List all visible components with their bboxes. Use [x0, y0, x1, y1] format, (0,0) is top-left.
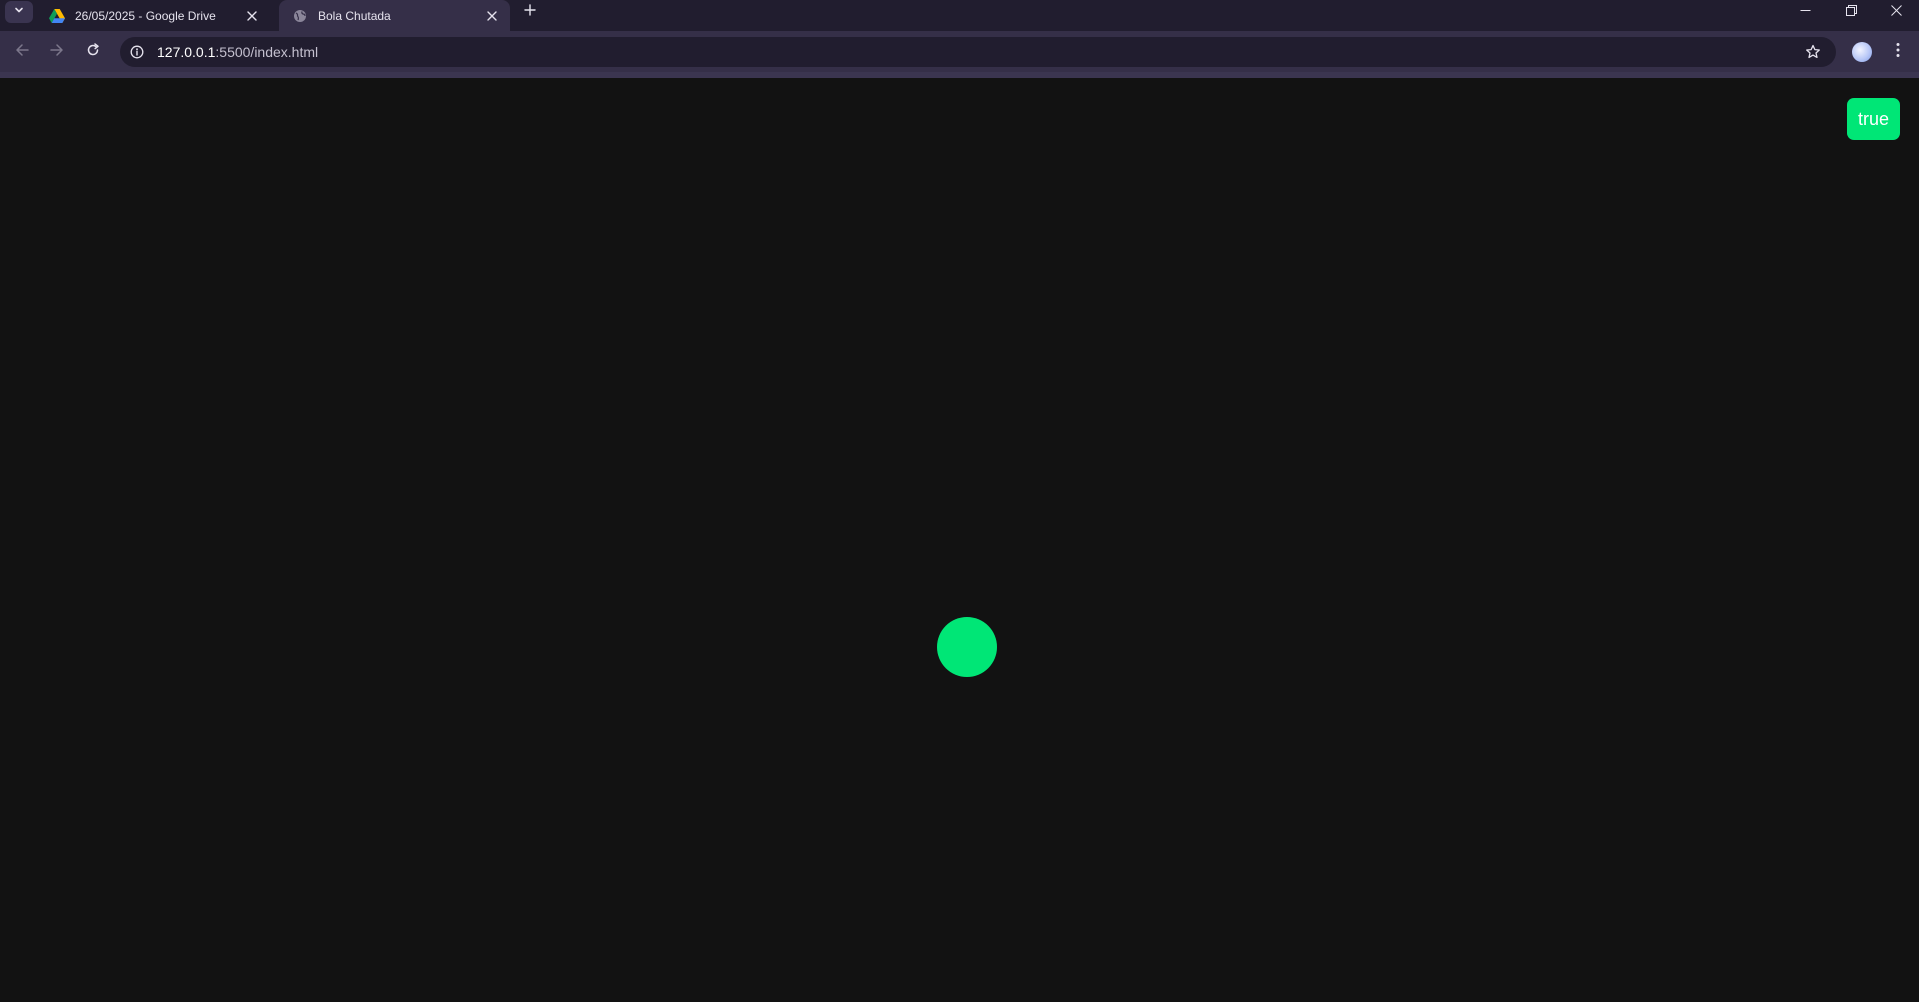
- close-window-button[interactable]: [1873, 0, 1919, 24]
- restore-button[interactable]: [1828, 0, 1874, 24]
- browser-toolbar: 127.0.0.1:5500/index.html: [0, 31, 1919, 72]
- arrow-right-icon: [50, 43, 64, 62]
- globe-icon: [292, 8, 308, 24]
- close-tab-icon[interactable]: [242, 6, 262, 26]
- browser-window: 26/05/2025 - Google Drive Bola Chutada 1…: [0, 0, 1919, 1002]
- more-vertical-icon: [1896, 42, 1900, 63]
- reload-button[interactable]: [80, 39, 106, 65]
- google-drive-icon: [49, 8, 65, 24]
- bookmark-star-icon[interactable]: [1804, 43, 1822, 61]
- minimize-button[interactable]: [1782, 0, 1828, 24]
- url-host: 127.0.0.1: [157, 44, 216, 60]
- back-button[interactable]: [9, 39, 35, 65]
- reload-icon: [86, 42, 100, 62]
- arrow-left-icon: [15, 43, 29, 62]
- browser-menu-button[interactable]: [1888, 40, 1908, 64]
- new-tab-button[interactable]: [519, 1, 541, 23]
- url-text: 127.0.0.1:5500/index.html: [157, 44, 318, 60]
- forward-button[interactable]: [44, 39, 70, 65]
- chevron-down-icon: [13, 3, 25, 21]
- close-tab-icon[interactable]: [482, 6, 502, 26]
- ball[interactable]: [937, 617, 997, 677]
- tab-bola-chutada[interactable]: Bola Chutada: [279, 0, 510, 31]
- tab-title: 26/05/2025 - Google Drive: [75, 8, 216, 23]
- status-button[interactable]: true: [1847, 98, 1900, 140]
- address-bar[interactable]: 127.0.0.1:5500/index.html: [120, 37, 1836, 67]
- tab-search-button[interactable]: [5, 1, 33, 23]
- site-info-icon[interactable]: [129, 44, 145, 60]
- page-viewport: true: [0, 78, 1919, 1002]
- close-icon: [1890, 3, 1902, 21]
- url-path: :5500/index.html: [215, 44, 319, 60]
- restore-icon: [1845, 3, 1857, 21]
- tab-strip: 26/05/2025 - Google Drive Bola Chutada: [0, 0, 1919, 31]
- minimize-icon: [1800, 3, 1811, 21]
- tab-title: Bola Chutada: [318, 8, 391, 23]
- plus-icon: [524, 3, 536, 21]
- tab-google-drive[interactable]: 26/05/2025 - Google Drive: [36, 0, 270, 31]
- profile-avatar[interactable]: [1852, 42, 1872, 62]
